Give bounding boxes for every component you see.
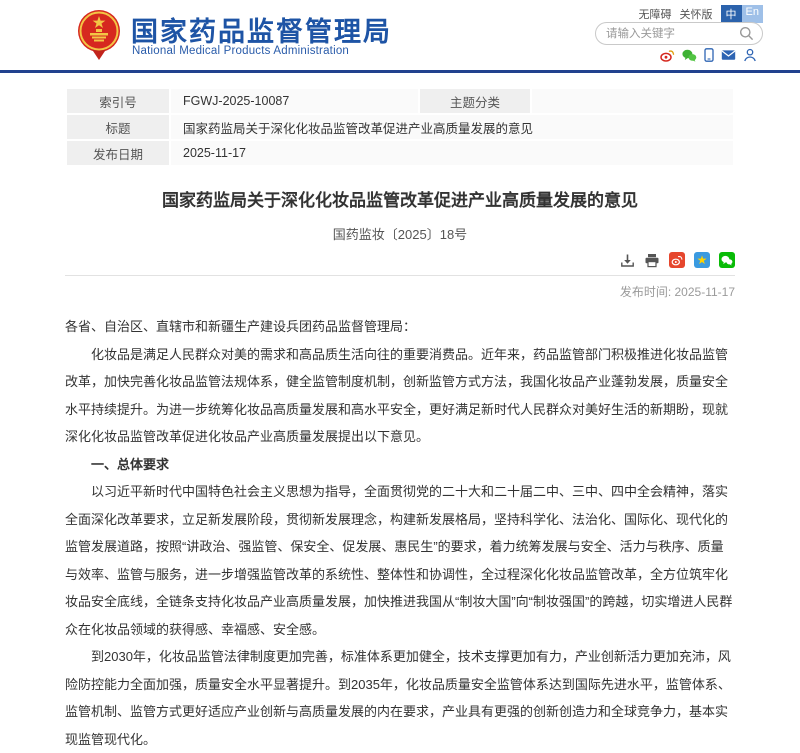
site-subtitle: National Medical Products Administration — [132, 45, 349, 57]
meta-value-index: FGWJ-2025-10087 — [171, 89, 418, 113]
publish-time: 发布时间: 2025-11-17 — [65, 283, 735, 300]
language-toggle: 中 En — [721, 5, 763, 23]
meta-label-index: 索引号 — [67, 89, 169, 113]
share-weibo-icon[interactable] — [669, 252, 685, 268]
header-divider — [0, 70, 800, 73]
star-glyph: ★ — [697, 254, 708, 266]
page-title: 国家药监局关于深化化妆品监管改革促进产业高质量发展的意见 — [65, 186, 735, 211]
section-heading: 一、总体要求 — [65, 451, 735, 479]
table-row: 标题 国家药监局关于深化化妆品监管改革促进产业高质量发展的意见 — [67, 115, 733, 139]
site-header: 国家药品监督管理局 National Medical Products Admi… — [0, 0, 800, 70]
paragraph: 以习近平新时代中国特色社会主义思想为指导，全面贯彻党的二十大和二十届二中、三中、… — [65, 478, 735, 643]
social-links — [660, 48, 757, 62]
search-icon[interactable] — [739, 26, 754, 41]
utility-nav: 无障碍 关怀版 中 En — [639, 5, 763, 23]
weibo-icon[interactable] — [660, 49, 675, 62]
meta-label-date: 发布日期 — [67, 141, 169, 165]
toolbar-divider — [65, 275, 735, 276]
meta-label-topic: 主题分类 — [420, 89, 530, 113]
document-meta-table: 索引号 FGWJ-2025-10087 主题分类 标题 国家药监局关于深化化妆品… — [65, 87, 735, 167]
meta-value-date: 2025-11-17 — [171, 141, 733, 165]
table-row: 索引号 FGWJ-2025-10087 主题分类 — [67, 89, 733, 113]
publish-time-value: 2025-11-17 — [675, 285, 736, 299]
lang-en-button[interactable]: En — [742, 5, 763, 23]
care-version-link[interactable]: 关怀版 — [680, 6, 713, 22]
meta-value-topic — [532, 89, 733, 113]
mail-icon[interactable] — [721, 49, 736, 61]
publish-time-label: 发布时间: — [620, 285, 671, 299]
document-body: 各省、自治区、直辖市和新疆生产建设兵团药品监督管理局： 化妆品是满足人民群众对美… — [65, 313, 735, 753]
lang-zh-button[interactable]: 中 — [721, 5, 742, 23]
share-qzone-icon[interactable]: ★ — [694, 252, 710, 268]
document-toolbar: ★ — [65, 252, 735, 268]
search-input[interactable] — [604, 27, 739, 41]
download-icon[interactable] — [620, 253, 635, 268]
paragraph: 化妆品是满足人民群众对美的需求和高品质生活向往的重要消费品。近年来，药品监管部门… — [65, 341, 735, 451]
meta-label-title: 标题 — [67, 115, 169, 139]
content-area: 索引号 FGWJ-2025-10087 主题分类 标题 国家药监局关于深化化妆品… — [65, 87, 735, 753]
search-box — [595, 22, 763, 45]
user-icon[interactable] — [743, 48, 757, 62]
salutation: 各省、自治区、直辖市和新疆生产建设兵团药品监督管理局： — [65, 313, 735, 341]
document-number: 国药监妆〔2025〕18号 — [65, 224, 735, 243]
table-row: 发布日期 2025-11-17 — [67, 141, 733, 165]
paragraph: 到2030年，化妆品监管法律制度更加完善，标准体系更加健全，技术支撑更加有力，产… — [65, 643, 735, 753]
mobile-icon[interactable] — [704, 48, 714, 62]
share-wechat-icon[interactable] — [719, 252, 735, 268]
wechat-icon[interactable] — [682, 49, 697, 62]
meta-value-title: 国家药监局关于深化化妆品监管改革促进产业高质量发展的意见 — [171, 115, 733, 139]
print-icon[interactable] — [644, 253, 660, 268]
national-emblem-icon — [75, 9, 123, 61]
site-title: 国家药品监督管理局 — [131, 10, 392, 49]
accessibility-link[interactable]: 无障碍 — [639, 6, 672, 22]
